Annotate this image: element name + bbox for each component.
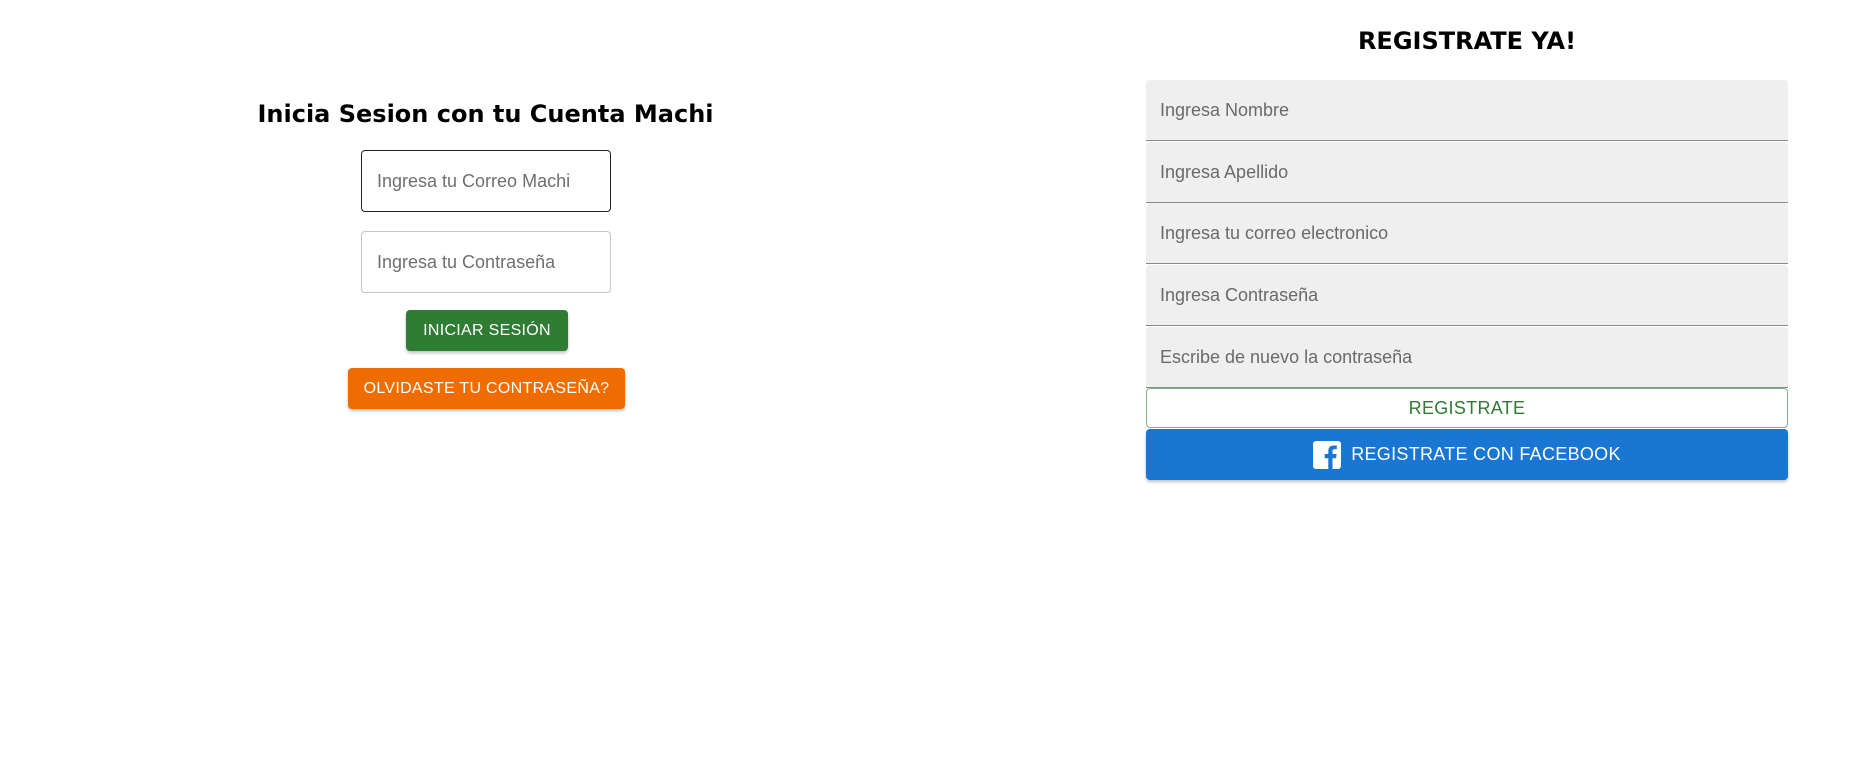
forgot-password-button[interactable]: OLVIDASTE TU CONTRASEÑA? [348,368,625,409]
first-name-input[interactable] [1146,80,1788,140]
last-name-input[interactable] [1146,142,1788,202]
login-title: Inicia Sesion con tu Cuenta Machi [257,100,714,128]
login-password-input[interactable] [361,231,611,293]
facebook-button-label: REGISTRATE CON FACEBOOK [1351,444,1621,464]
confirm-password-field [1146,327,1788,388]
facebook-icon [1313,440,1342,469]
email-field [1146,203,1788,264]
page: Inicia Sesion con tu Cuenta Machi INICIA… [0,0,1857,766]
email-input[interactable] [1146,203,1788,263]
confirm-password-input[interactable] [1146,327,1788,387]
last-name-field [1146,142,1788,203]
register-facebook-button[interactable]: REGISTRATE CON FACEBOOK [1146,429,1788,480]
login-button[interactable]: INICIAR SESIÓN [406,310,568,351]
password-input[interactable] [1146,265,1788,325]
first-name-field [1146,80,1788,141]
register-title: REGISTRATE YA! [1357,27,1577,55]
login-email-input[interactable] [361,150,611,212]
password-field [1146,265,1788,326]
register-button[interactable]: REGISTRATE [1146,388,1788,428]
